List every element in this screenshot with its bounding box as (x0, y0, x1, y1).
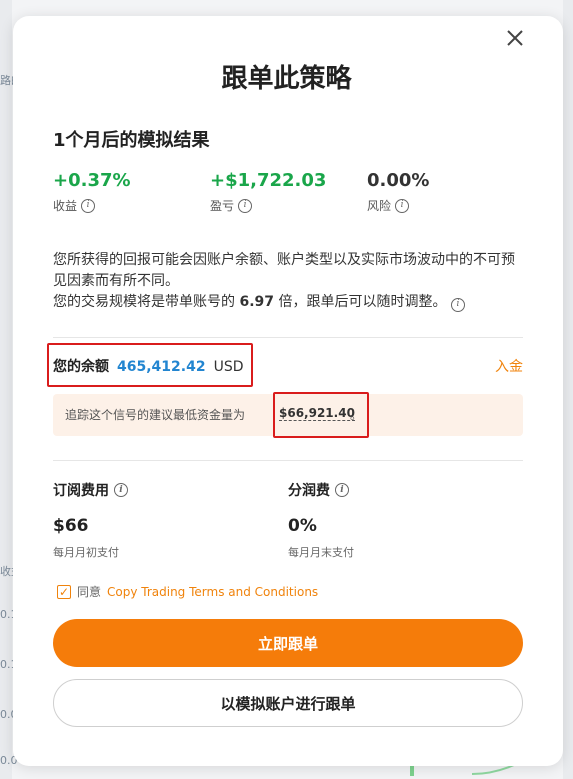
highlight-box-amount (273, 392, 369, 438)
profit-share-fee-note: 每月月末支付 (288, 546, 354, 559)
terms-link[interactable]: Copy Trading Terms and Conditions (107, 585, 318, 599)
info-icon[interactable]: i (335, 483, 349, 497)
terms-checkbox[interactable]: ✓ (57, 584, 71, 599)
profit-share-fee: 分润费 i 0% 每月月末支付 (288, 480, 354, 560)
follow-demo-account-button[interactable]: 以模拟账户进行跟单 (53, 679, 523, 727)
follow-now-button[interactable]: 立即跟单 (53, 619, 523, 667)
terms-agree-label: 同意 (77, 585, 102, 599)
info-icon[interactable]: i (238, 198, 253, 213)
metric-pnl: +$1,722.03 盈亏 i (210, 170, 326, 214)
disclaimer-line-2-prefix: 您的交易规模将是带单账号的 (53, 294, 240, 310)
metric-risk: 0.00% 风险 i (367, 170, 429, 214)
metric-risk-value: 0.00% (367, 170, 430, 191)
deposit-link[interactable]: 入金 (495, 356, 523, 376)
divider (53, 337, 523, 338)
metric-return: +0.37% 收益 i (53, 170, 131, 214)
metric-return-value: +0.37% (53, 170, 131, 191)
background-right-strip (563, 0, 573, 779)
info-icon[interactable]: i (114, 483, 128, 497)
subscription-fee-value: $66 (53, 516, 89, 536)
subscription-fee: 订阅费用 i $66 每月月初支付 (53, 480, 128, 560)
divider (53, 460, 523, 461)
profit-share-fee-title: 分润费 (288, 483, 330, 499)
metric-pnl-label: 盈亏 (210, 199, 235, 213)
profit-share-fee-value: 0% (288, 516, 317, 536)
metric-return-label: 收益 (53, 199, 78, 213)
close-button[interactable] (503, 26, 527, 50)
close-icon (507, 30, 523, 46)
info-icon[interactable]: i (81, 198, 96, 213)
subscription-fee-note: 每月月初支付 (53, 546, 119, 559)
metric-pnl-value: +$1,722.03 (210, 170, 327, 191)
metric-risk-label: 风险 (367, 199, 392, 213)
highlight-box-balance (47, 343, 253, 387)
trade-size-multiplier: 6.97 (239, 294, 274, 310)
subscription-fee-title: 订阅费用 (53, 483, 109, 499)
notice-text: 追踪这个信号的建议最低资金量为 (65, 408, 246, 422)
info-icon[interactable]: i (395, 198, 410, 213)
modal-title: 跟单此策略 (221, 64, 352, 94)
disclaimer-line-1: 您所获得的回报可能会因账户余额、账户类型以及实际市场波动中的不可预见因素而有所不… (53, 252, 515, 289)
disclaimer-line-2-suffix: 倍，跟单后可以随时调整。 (274, 294, 447, 310)
disclaimer-text: 您所获得的回报可能会因账户余额、账户类型以及实际市场波动中的不可预见因素而有所不… (53, 250, 523, 313)
info-icon[interactable]: i (450, 297, 465, 312)
simulation-title: 1个月后的模拟结果 (53, 130, 210, 151)
terms-agreement: ✓ 同意 Copy Trading Terms and Conditions (57, 583, 318, 600)
